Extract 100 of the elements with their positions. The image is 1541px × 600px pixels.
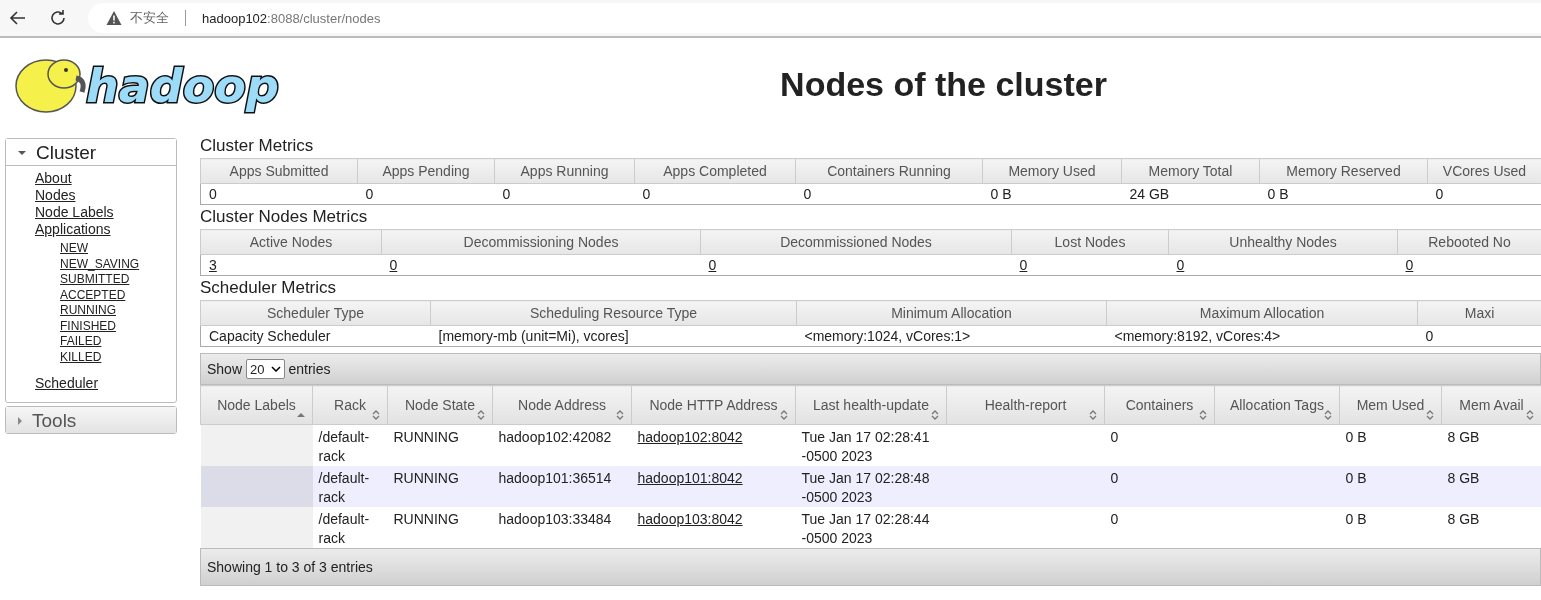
metric-value: 0 (365, 186, 374, 202)
url-text: hadoop102:8088/cluster/nodes (202, 10, 381, 26)
sidebar-sublink[interactable]: FAILED (60, 334, 176, 350)
table-cell: 8 GB (1447, 470, 1480, 486)
column-header[interactable]: Containers (1104, 385, 1215, 425)
address-bar[interactable]: 不安全 hadoop102:8088/cluster/nodes (88, 3, 1541, 33)
metric-value: [memory-mb (unit=Mi), vcores] (438, 328, 629, 344)
column-header[interactable]: Node Labels (200, 385, 313, 425)
metric-link[interactable]: 0 (389, 257, 398, 273)
sidebar-section-header[interactable]: Tools (6, 407, 176, 433)
column-header: Scheduling Resource Type (430, 300, 797, 326)
entries-label: entries (288, 361, 331, 377)
metric-value: 0 (1435, 186, 1444, 202)
column-header[interactable]: Rack (312, 385, 388, 425)
page-title: Nodes of the cluster (779, 64, 1108, 104)
table-cell: 0 B (1345, 429, 1367, 445)
column-header[interactable]: Mem Used (1339, 385, 1442, 425)
metric-value: 24 GB (1129, 186, 1170, 202)
sidebar-link[interactable]: Nodes (35, 187, 176, 204)
column-header: Maxi (1417, 300, 1541, 326)
table-cell: 8 GB (1447, 429, 1480, 445)
metric-value: 0 B (1267, 186, 1289, 202)
column-header[interactable]: Health-report (946, 385, 1105, 425)
table-cell: hadoop102:42082 (498, 429, 612, 445)
column-header: Memory Total (1121, 158, 1260, 184)
metric-value: 0 (803, 186, 812, 202)
table-cell: RUNNING (393, 470, 459, 486)
warning-icon (106, 10, 122, 26)
table-cell: 0 B (1345, 470, 1367, 486)
column-header: Active Nodes (200, 229, 382, 255)
node-link[interactable]: hadoop103:8042 (637, 511, 743, 527)
table-cell: 0 B (1345, 511, 1367, 527)
column-header: Apps Completed (634, 158, 796, 184)
table-cell: RUNNING (393, 511, 459, 527)
metric-value: 0 (642, 186, 651, 202)
table-cell: RUNNING (393, 429, 459, 445)
column-header: Decommissioning Nodes (381, 229, 701, 255)
sidebar-sublink[interactable]: RUNNING (60, 303, 176, 319)
node-link[interactable]: hadoop102:8042 (637, 429, 743, 445)
metric-link[interactable]: 0 (1176, 257, 1185, 273)
table-cell: 8 GB (1447, 511, 1480, 527)
column-header[interactable]: Mem Avail (1441, 385, 1541, 425)
sidebar-link[interactable]: About (35, 170, 176, 187)
column-header: VCores Used (1427, 158, 1541, 184)
metric-value: 0 (1425, 328, 1434, 344)
sidebar-sublink[interactable]: SUBMITTED (60, 272, 176, 288)
metric-value: 0 (502, 186, 511, 202)
table-cell: hadoop103:33484 (498, 511, 612, 527)
column-header: Unhealthy Nodes (1168, 229, 1398, 255)
sidebar-link[interactable]: Applications (35, 221, 176, 238)
metric-link[interactable]: 0 (708, 257, 717, 273)
sidebar-sublink[interactable]: FINISHED (60, 318, 176, 334)
table-cell: Tue Jan 17 02:28:44 -0500 2023 (801, 511, 930, 546)
metric-value: 0 B (990, 186, 1012, 202)
sidebar-sublink[interactable]: ACCEPTED (60, 287, 176, 303)
table-cell: Tue Jan 17 02:28:41 -0500 2023 (801, 429, 930, 464)
section-heading: Cluster Metrics (200, 136, 315, 157)
show-label: Show (207, 361, 243, 377)
sidebar-link[interactable]: Scheduler (35, 375, 176, 392)
chevron-icon (270, 366, 281, 372)
table-cell: 0 (1110, 511, 1119, 527)
sidebar-sublink[interactable]: NEW_SAVING (60, 256, 176, 272)
metric-link[interactable]: 0 (1019, 257, 1028, 273)
metric-value: 0 (209, 186, 217, 202)
hadoop-logo: hadoop (6, 44, 306, 124)
table-cell: 0 (1110, 429, 1119, 445)
column-header: Memory Used (982, 158, 1122, 184)
column-header: Scheduler Type (200, 300, 431, 326)
metric-link[interactable]: 0 (1405, 257, 1414, 273)
page-size-select[interactable]: 20 (246, 359, 285, 379)
column-header: Minimum Allocation (796, 300, 1107, 326)
column-header[interactable]: Allocation Tags (1214, 385, 1340, 425)
sidebar-section-header[interactable]: Cluster (6, 139, 176, 166)
table-cell: Tue Jan 17 02:28:48 -0500 2023 (801, 470, 930, 505)
reload-icon[interactable] (48, 8, 68, 28)
column-header: Apps Running (494, 158, 635, 184)
table-cell: hadoop101:36514 (498, 470, 612, 486)
column-header: Apps Pending (357, 158, 495, 184)
column-header[interactable]: Node Address (492, 385, 632, 425)
metric-value: Capacity Scheduler (209, 328, 331, 344)
table-cell: /default-rack (318, 429, 370, 464)
table-cell: /default-rack (318, 511, 370, 546)
table-info: Showing 1 to 3 of 3 entries (207, 559, 373, 575)
table-cell: /default-rack (318, 470, 370, 505)
sidebar-link[interactable]: Node Labels (35, 204, 176, 221)
column-header[interactable]: Node HTTP Address (631, 385, 796, 425)
metric-value: <memory:1024, vCores:1> (804, 328, 971, 344)
column-header: Apps Submitted (200, 158, 358, 184)
column-header: Maximum Allocation (1106, 300, 1418, 326)
sidebar-sublink[interactable]: KILLED (60, 349, 176, 365)
metric-value: <memory:8192, vCores:4> (1114, 328, 1281, 344)
section-heading: Scheduler Metrics (200, 278, 338, 299)
column-header: Rebooted No (1397, 229, 1541, 255)
column-header[interactable]: Node State (387, 385, 493, 425)
column-header[interactable]: Last health-update (795, 385, 947, 425)
security-label: 不安全 (130, 9, 169, 27)
metric-link[interactable]: 3 (209, 257, 217, 273)
sidebar-sublink[interactable]: NEW (60, 241, 176, 257)
table-cell: 0 (1110, 470, 1119, 486)
column-header: Decommissioned Nodes (700, 229, 1012, 255)
